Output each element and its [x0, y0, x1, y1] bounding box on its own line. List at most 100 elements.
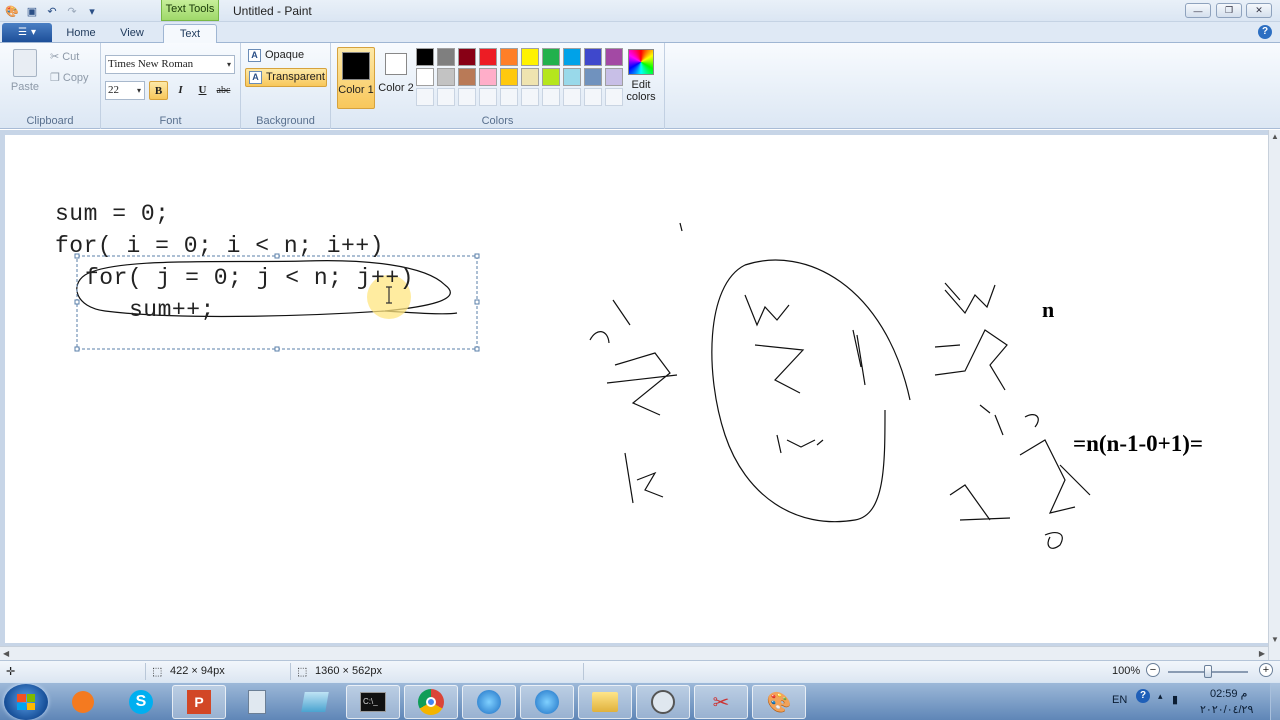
menu-icon: ☰: [18, 27, 27, 38]
palette-color-swatch[interactable]: [500, 68, 518, 86]
clock-date[interactable]: ٢٠٢٠/٠٤/٢٩: [1200, 703, 1253, 720]
custom-color-slot[interactable]: [584, 88, 602, 106]
network-icon[interactable]: ▮: [1172, 693, 1178, 720]
code-line-3: for( j = 0; j < n; j++): [85, 265, 414, 291]
custom-color-slot[interactable]: [500, 88, 518, 106]
bold-button[interactable]: B: [149, 81, 168, 100]
tab-text[interactable]: Text: [163, 24, 217, 43]
palette-color-swatch[interactable]: [500, 48, 518, 66]
help-icon[interactable]: ?: [1258, 25, 1272, 39]
ellipse-mark-scribble: [852, 329, 866, 386]
color-1-button[interactable]: Color 1: [337, 47, 375, 109]
palette-color-swatch[interactable]: [584, 68, 602, 86]
taskbar-app-gauge[interactable]: [636, 685, 690, 719]
redo-icon[interactable]: ↷: [64, 3, 80, 19]
taskbar-browser-1[interactable]: [462, 685, 516, 719]
undo-icon[interactable]: ↶: [44, 3, 60, 19]
palette-color-swatch[interactable]: [563, 48, 581, 66]
palette-color-swatch[interactable]: [437, 68, 455, 86]
color-2-button[interactable]: Color 2: [377, 47, 415, 109]
custom-color-slot[interactable]: [605, 88, 623, 106]
chrome-icon: [418, 689, 444, 715]
taskbar-media-player[interactable]: [56, 685, 110, 719]
language-indicator[interactable]: EN: [1112, 694, 1127, 720]
palette-color-swatch[interactable]: [416, 68, 434, 86]
paint-app-icon[interactable]: 🎨: [4, 3, 20, 19]
underline-button[interactable]: U: [193, 81, 212, 100]
minimize-button[interactable]: —: [1185, 3, 1211, 18]
taskbar-powerpoint[interactable]: P: [172, 685, 226, 719]
palette-color-swatch[interactable]: [542, 48, 560, 66]
drawing-canvas[interactable]: sum = 0; for( i = 0; i < n; i++) for( j …: [5, 135, 1268, 643]
italic-button[interactable]: I: [171, 81, 190, 100]
palette-color-swatch[interactable]: [521, 48, 539, 66]
customize-qat-icon[interactable]: ▾: [84, 3, 100, 19]
chevron-down-icon: ▾: [136, 86, 141, 95]
close-button[interactable]: ✕: [1246, 3, 1272, 18]
save-icon[interactable]: ▣: [24, 3, 40, 19]
taskbar-file-explorer[interactable]: [578, 685, 632, 719]
palette-color-swatch[interactable]: [458, 48, 476, 66]
custom-color-slot[interactable]: [542, 88, 560, 106]
taskbar-browser-2[interactable]: [520, 685, 574, 719]
taskbar-calculator[interactable]: [230, 685, 284, 719]
edit-colors-label: Edit colors: [626, 79, 656, 103]
edit-colors-button[interactable]: Edit colors: [623, 49, 659, 103]
custom-color-slot[interactable]: [563, 88, 581, 106]
scroll-left-icon[interactable]: ◀: [3, 649, 9, 658]
font-family-select[interactable]: Times New Roman ▾: [105, 55, 235, 74]
show-desktop-button[interactable]: [1270, 683, 1280, 720]
font-size-select[interactable]: 22 ▾: [105, 81, 145, 100]
transparent-button[interactable]: A Transparent: [245, 68, 327, 87]
strikethrough-button[interactable]: abc: [214, 81, 233, 100]
opaque-button[interactable]: A Opaque: [245, 47, 327, 66]
custom-color-slot[interactable]: [416, 88, 434, 106]
palette-color-swatch[interactable]: [542, 68, 560, 86]
palette-color-swatch[interactable]: [416, 48, 434, 66]
taskbar-command-prompt[interactable]: C:\_: [346, 685, 400, 719]
maximize-button[interactable]: ❐: [1216, 3, 1242, 18]
show-hidden-icons[interactable]: ▴: [1158, 691, 1163, 720]
palette-color-swatch[interactable]: [521, 68, 539, 86]
custom-color-slot[interactable]: [521, 88, 539, 106]
zoom-slider-thumb[interactable]: [1204, 665, 1212, 678]
cut-button[interactable]: ✂ Cut: [50, 50, 79, 64]
scroll-down-icon[interactable]: ▼: [1271, 635, 1279, 644]
windows-taskbar: S P C:\_ ✂ 🎨 EN ? ▴ ▮ 02:59 م ٢٠٢٠/٠٤/٢٩: [0, 682, 1280, 720]
custom-color-slot[interactable]: [437, 88, 455, 106]
paste-label: Paste: [10, 81, 40, 93]
horizontal-scrollbar[interactable]: ◀ ▶: [0, 646, 1268, 660]
start-button[interactable]: [4, 684, 48, 720]
copy-button[interactable]: ❐ Copy: [50, 71, 89, 85]
palette-color-swatch[interactable]: [437, 48, 455, 66]
image-size: 1360 × 562px: [315, 665, 382, 677]
palette-color-swatch[interactable]: [458, 68, 476, 86]
custom-color-slot[interactable]: [479, 88, 497, 106]
rainbow-icon: [628, 49, 654, 75]
custom-color-slot[interactable]: [458, 88, 476, 106]
palette-color-swatch[interactable]: [584, 48, 602, 66]
taskbar-app[interactable]: [288, 685, 342, 719]
palette-color-swatch[interactable]: [563, 68, 581, 86]
tab-home[interactable]: Home: [58, 24, 104, 43]
palette-color-swatch[interactable]: [479, 68, 497, 86]
taskbar-snipping-tool[interactable]: ✂: [694, 685, 748, 719]
palette-color-swatch[interactable]: [605, 68, 623, 86]
palette-color-swatch[interactable]: [479, 48, 497, 66]
zoom-out-button[interactable]: −: [1146, 663, 1160, 677]
vertical-scrollbar[interactable]: ▲ ▼: [1268, 130, 1280, 660]
paint-menu-button[interactable]: ☰ ▾: [2, 23, 52, 42]
scroll-right-icon[interactable]: ▶: [1259, 649, 1265, 658]
help-tray-icon[interactable]: ?: [1136, 689, 1150, 703]
taskbar-skype[interactable]: S: [114, 685, 168, 719]
palette-color-swatch[interactable]: [605, 48, 623, 66]
right-sigma-scribble: [934, 329, 1008, 391]
taskbar-paint[interactable]: 🎨: [752, 685, 806, 719]
zoom-in-button[interactable]: +: [1259, 663, 1273, 677]
top-tick-scribble: [679, 222, 683, 232]
scroll-up-icon[interactable]: ▲: [1271, 132, 1279, 141]
opaque-icon: A: [248, 49, 261, 62]
paste-button[interactable]: Paste: [10, 49, 40, 97]
taskbar-chrome[interactable]: [404, 685, 458, 719]
tab-view[interactable]: View: [110, 24, 154, 43]
